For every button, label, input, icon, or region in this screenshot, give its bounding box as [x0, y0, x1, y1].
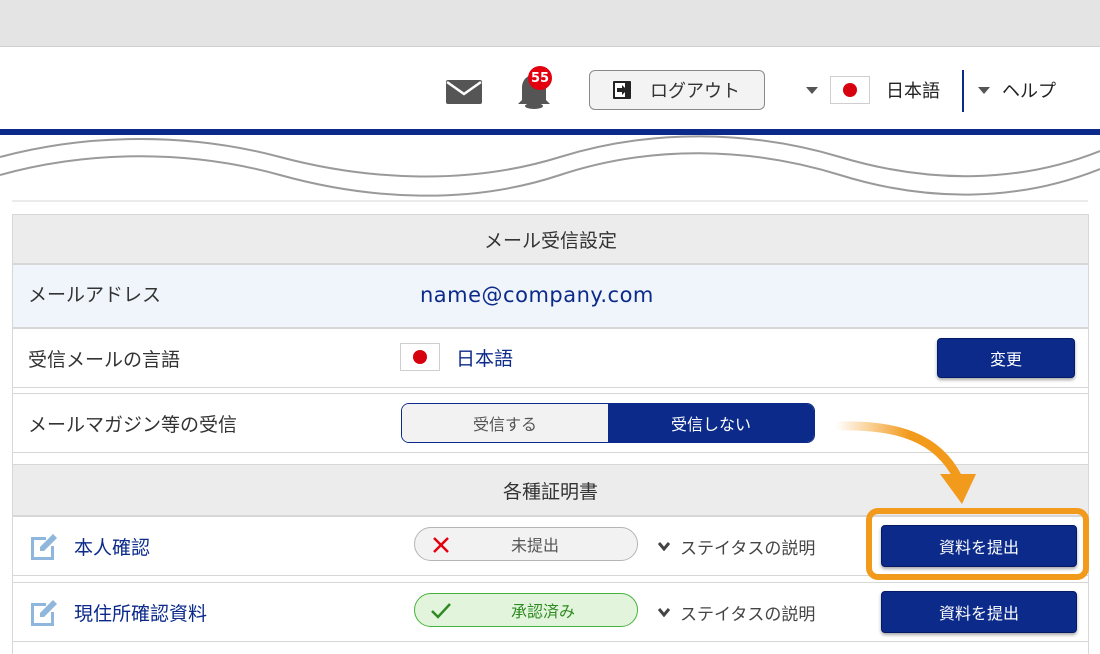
edit-document-icon	[31, 534, 57, 560]
envelope-icon[interactable]	[446, 80, 482, 104]
submit-document-button[interactable]: 資料を提出	[881, 591, 1077, 633]
mail-language-value: 日本語	[400, 343, 513, 371]
chevron-down-icon	[658, 542, 670, 551]
mail-settings-header: メール受信設定	[12, 214, 1089, 264]
email-row: メールアドレス name@company.com	[12, 264, 1089, 328]
language-selector[interactable]: 日本語	[806, 72, 940, 108]
logout-button[interactable]: ログアウト	[589, 70, 765, 110]
email-value: name@company.com	[420, 283, 654, 307]
mail-settings-title: メール受信設定	[483, 229, 617, 252]
mail-language-label: 受信メールの言語	[28, 348, 181, 371]
certificates-title: 各種証明書	[502, 480, 598, 503]
newsletter-label: メールマガジン等の受信	[28, 413, 238, 436]
newsletter-receive-option[interactable]: 受信する	[402, 404, 608, 442]
notification-bell[interactable]: 55	[512, 66, 558, 110]
certificate-row: 現住所確認資料 承認済み ステイタスの説明 資料を提出	[12, 582, 1089, 642]
status-help-label: ステイタスの説明	[680, 604, 816, 625]
logout-label: ログアウト	[650, 81, 740, 102]
status-text: 承認済み	[511, 602, 576, 621]
callout-arrow-icon	[831, 421, 976, 504]
status-help-toggle[interactable]: ステイタスの説明	[658, 583, 815, 641]
email-label: メールアドレス	[28, 283, 162, 306]
certificate-name: 現住所確認資料	[74, 602, 208, 625]
change-language-button[interactable]: 変更	[937, 338, 1075, 378]
certificate-name-link[interactable]: 現住所確認資料	[28, 583, 207, 641]
chevron-down-icon	[658, 608, 670, 617]
japan-flag-icon	[830, 76, 870, 104]
status-help-toggle[interactable]: ステイタスの説明	[658, 517, 815, 575]
submit-button-highlight	[866, 508, 1089, 580]
mail-language-text: 日本語	[456, 347, 514, 370]
caret-down-icon	[978, 86, 990, 94]
newsletter-toggle: 受信する 受信しない	[401, 403, 815, 443]
japan-flag-icon	[400, 343, 440, 371]
help-label: ヘルプ	[1002, 81, 1056, 102]
certificate-name-link[interactable]: 本人確認	[28, 517, 150, 575]
help-menu[interactable]: ヘルプ	[978, 72, 1056, 108]
status-text: 未提出	[511, 536, 560, 555]
certificate-name: 本人確認	[74, 536, 151, 559]
edit-document-icon	[31, 600, 57, 626]
mail-language-row: 受信メールの言語 日本語 変更	[12, 328, 1089, 388]
caret-down-icon	[806, 86, 818, 94]
logout-icon	[613, 81, 631, 99]
cross-icon	[433, 537, 449, 553]
wavy-cut-decoration	[0, 135, 1100, 215]
status-badge: 承認済み	[414, 593, 638, 627]
language-label: 日本語	[886, 81, 940, 102]
newsletter-decline-option[interactable]: 受信しない	[608, 404, 814, 442]
status-help-label: ステイタスの説明	[680, 538, 816, 559]
browser-top-strip	[0, 0, 1100, 47]
header-divider	[962, 70, 964, 112]
checkmark-icon	[431, 603, 451, 619]
status-badge: 未提出	[414, 527, 638, 561]
notification-count-badge: 55	[528, 66, 552, 90]
